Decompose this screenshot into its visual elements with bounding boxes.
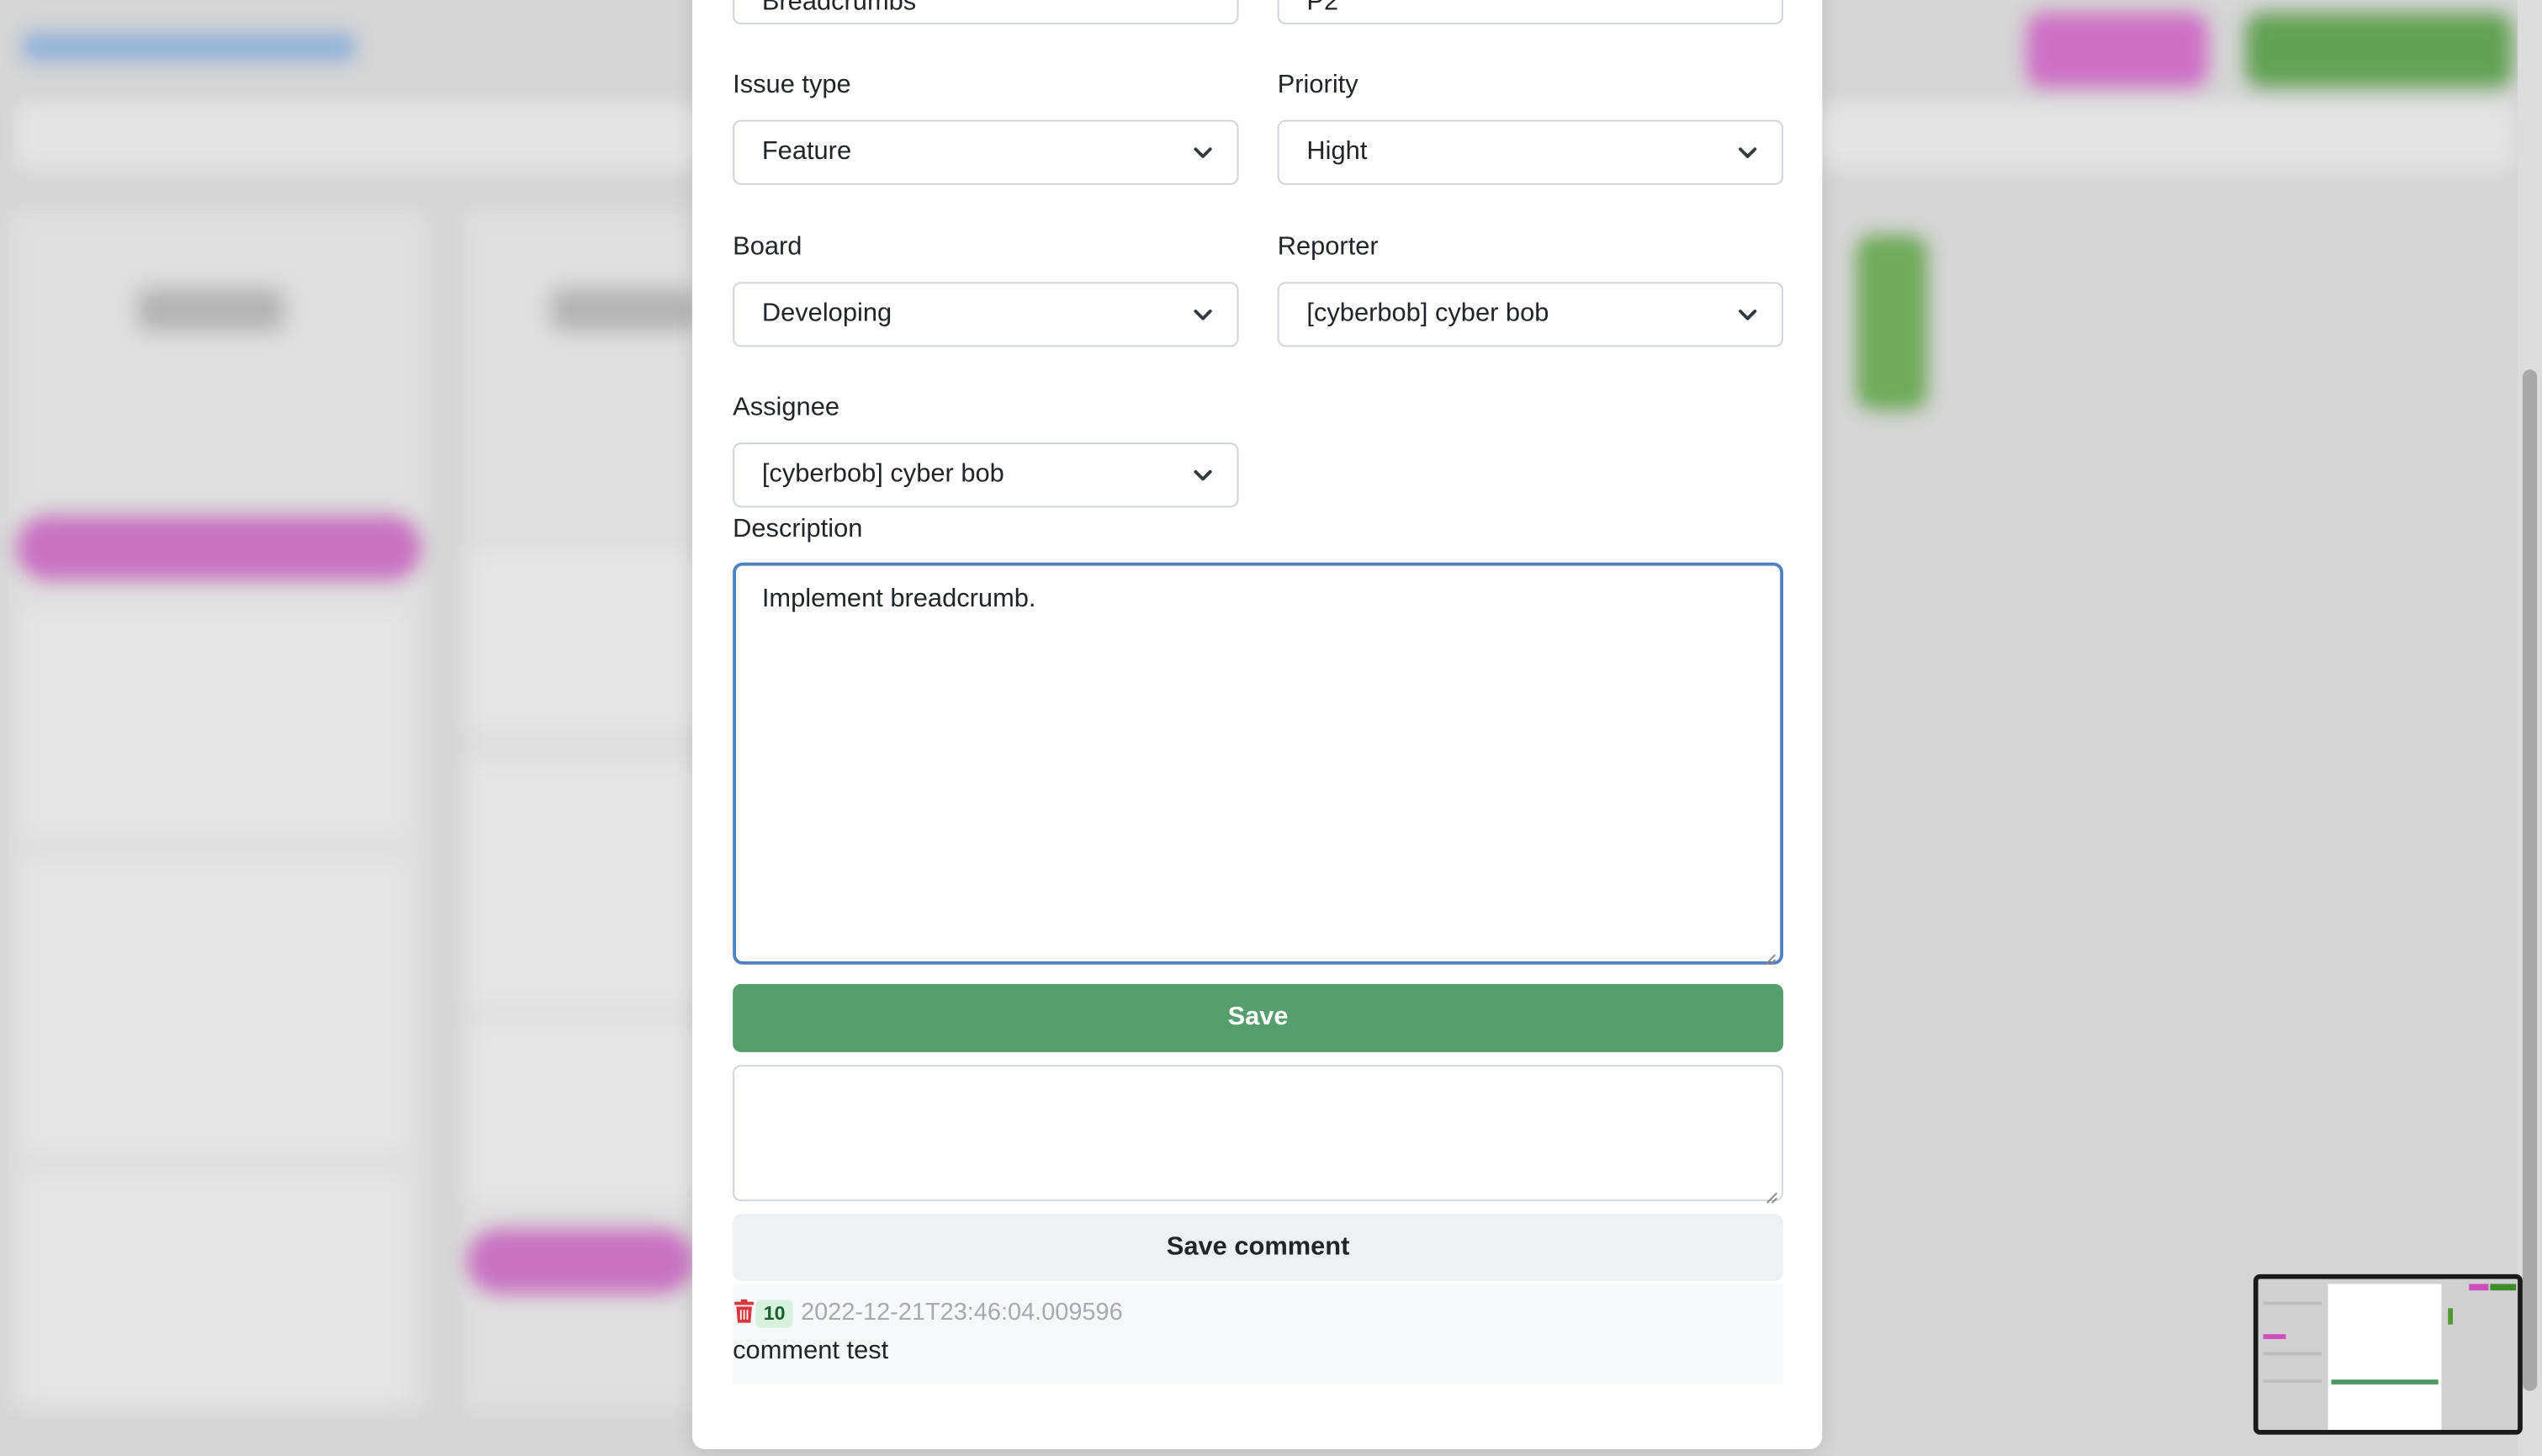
bg-card (24, 859, 405, 1152)
resize-handle-icon[interactable] (1766, 1183, 1778, 1204)
bg-card (469, 1021, 697, 1200)
trash-icon[interactable] (733, 1299, 755, 1325)
bg-column-title (551, 289, 697, 331)
minimap-pink-mark (2263, 1334, 2286, 1339)
reporter-select[interactable]: [cyberbob] cyber bob (1277, 282, 1784, 347)
assignee-select[interactable]: [cyberbob] cyber bob (733, 442, 1239, 508)
comment-textarea[interactable] (733, 1065, 1784, 1204)
description-label: Description (733, 515, 863, 543)
bg-column-button (16, 515, 422, 580)
bg-card (469, 761, 697, 1005)
priority-label: Priority (1277, 71, 1358, 99)
save-comment-button[interactable]: Save comment (733, 1214, 1784, 1281)
issue-type-label: Issue type (733, 71, 851, 99)
minimap-green-button (2490, 1284, 2517, 1291)
description-textarea[interactable]: Implement breadcrumb. (733, 562, 1784, 966)
bg-breadcrumb (22, 32, 356, 62)
bg-column-button (467, 1228, 694, 1294)
points-input-value: P2 (1306, 0, 1339, 17)
page-minimap[interactable] (2253, 1273, 2523, 1435)
chevron-down-icon (1192, 303, 1215, 326)
bg-green-column (1856, 235, 1928, 410)
bg-column-title (137, 289, 284, 331)
minimap-line (2263, 1301, 2322, 1305)
board-label: Board (733, 233, 802, 262)
reporter-label: Reporter (1277, 233, 1379, 262)
reporter-value: [cyberbob] cyber bob (1306, 299, 1549, 328)
chevron-down-icon (1736, 141, 1759, 164)
bg-pink-button (2026, 13, 2208, 88)
board-value: Developing (761, 299, 892, 328)
bg-green-button (2245, 13, 2513, 88)
points-input[interactable]: P2 (1277, 0, 1784, 24)
comment-item: 10 2022-12-21T23:46:04.009596 comment te… (733, 1284, 1784, 1385)
priority-select[interactable]: Hight (1277, 119, 1784, 185)
comment-text: comment test (733, 1337, 889, 1365)
title-input[interactable]: Breadcrumbs (733, 0, 1239, 24)
assignee-value: [cyberbob] cyber bob (761, 460, 1004, 489)
comment-id-badge: 10 (755, 1300, 794, 1328)
minimap-green-bar (2448, 1308, 2454, 1325)
minimap-modal (2328, 1284, 2442, 1430)
page-scrollbar-thumb[interactable] (2522, 369, 2538, 1391)
chevron-down-icon (1736, 303, 1759, 326)
bg-card (469, 551, 697, 730)
assignee-label: Assignee (733, 394, 840, 422)
bg-card (24, 1175, 405, 1403)
resize-handle-icon[interactable] (1764, 945, 1777, 966)
minimap-save-mark (2331, 1379, 2439, 1385)
edit-issue-modal: Breadcrumbs P2 Issue type Feature Priori… (691, 0, 1823, 1450)
minimap-pink-button (2469, 1284, 2489, 1291)
minimap-line (2263, 1379, 2322, 1383)
priority-value: Hight (1306, 137, 1368, 166)
issue-type-value: Feature (761, 137, 852, 166)
title-input-value: Breadcrumbs (761, 0, 917, 17)
chevron-down-icon (1192, 141, 1215, 164)
viewport: Breadcrumbs P2 Issue type Feature Priori… (0, 0, 2542, 1456)
bg-card (24, 607, 405, 835)
comment-timestamp: 2022-12-21T23:46:04.009596 (801, 1298, 1123, 1326)
description-value: Implement breadcrumb. (761, 585, 1036, 613)
minimap-line (2263, 1352, 2322, 1356)
board-select[interactable]: Developing (733, 282, 1239, 347)
issue-type-select[interactable]: Feature (733, 119, 1239, 185)
chevron-down-icon (1192, 463, 1215, 486)
save-button[interactable]: Save (733, 983, 1784, 1052)
